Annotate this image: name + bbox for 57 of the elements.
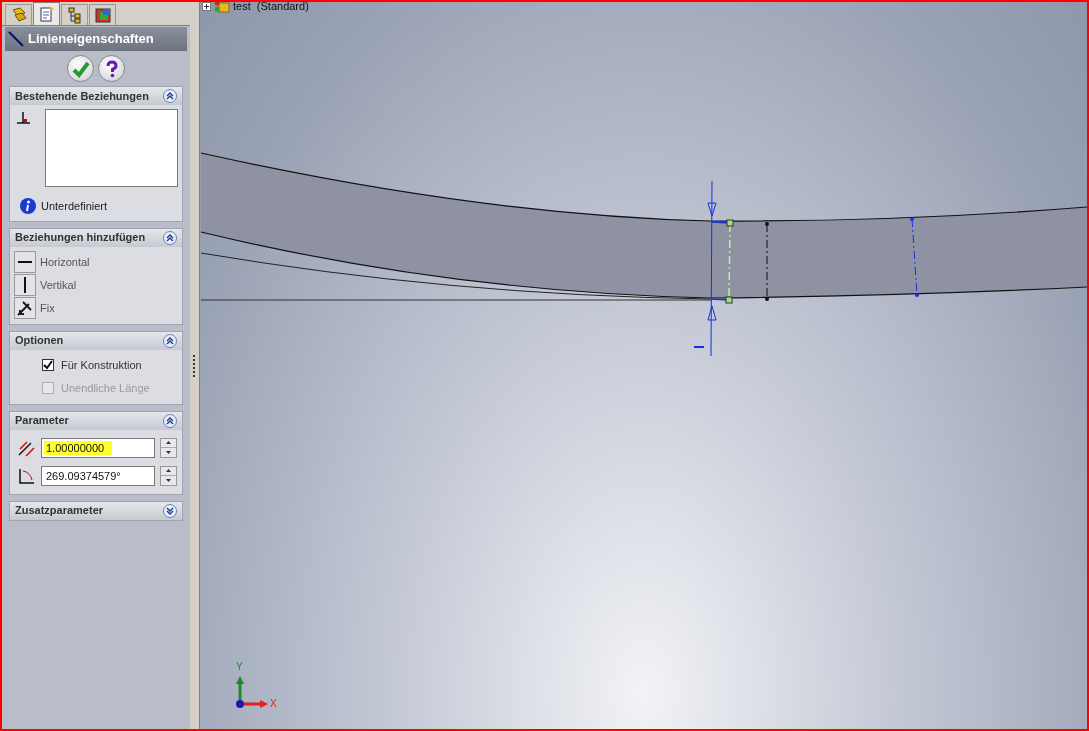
tab-icon [9, 6, 28, 24]
spin-button[interactable] [160, 465, 177, 486]
tab-icon [65, 6, 84, 24]
checkbox[interactable] [42, 359, 54, 371]
down-arrow-icon [166, 450, 171, 454]
collapse-button[interactable] [163, 230, 177, 245]
splitter-handle[interactable] [192, 354, 197, 377]
ok-button[interactable] [67, 55, 94, 82]
status-text: Unterdefiniert [41, 199, 108, 214]
horizontal-relation-button[interactable] [14, 251, 36, 273]
horizontal-line-icon [18, 261, 32, 263]
vertical-line-icon [24, 277, 26, 293]
section-title: Zusatzparameter [15, 503, 104, 519]
relation-label: Horizontal [40, 254, 90, 270]
section-title: Beziehungen hinzufügen [15, 230, 146, 246]
relations-icon [17, 111, 31, 125]
collapse-button[interactable] [163, 333, 177, 348]
relation-label: Vertikal [40, 277, 77, 293]
chevrons-up-icon [166, 233, 174, 242]
chevrons-up-icon [166, 336, 174, 345]
tab-icon [37, 5, 56, 23]
property-manager-tab[interactable] [33, 2, 60, 25]
panel-title: Linieneigenschaften [28, 30, 154, 49]
part-icon [214, 2, 230, 13]
option-label: Unendliche Länge [61, 380, 150, 396]
section-title: Optionen [15, 333, 64, 349]
axis-label: X [270, 699, 277, 709]
configuration-tab[interactable] [61, 4, 88, 25]
expand-icon[interactable] [202, 2, 211, 11]
chevrons-up-icon [166, 416, 174, 425]
expand-button[interactable] [163, 503, 177, 518]
relation-label: Fix [40, 300, 55, 316]
tab-icon [93, 6, 112, 24]
down-arrow-icon [166, 478, 171, 482]
collapse-button[interactable] [163, 413, 177, 428]
collapse-button[interactable] [163, 89, 177, 103]
up-arrow-icon [166, 441, 171, 445]
info-icon [20, 198, 36, 215]
section-title: Bestehende Beziehungen [15, 88, 149, 104]
option-label: Für Konstruktion [61, 357, 142, 373]
feature-tree-tab[interactable] [5, 4, 32, 25]
line-icon [8, 31, 24, 47]
axis-label: Y [236, 662, 243, 672]
vertical-relation-button[interactable] [14, 274, 36, 296]
checkmark-icon [71, 59, 90, 78]
value-field[interactable]: 1.00000000 [41, 437, 155, 458]
help-button[interactable] [98, 55, 125, 82]
up-arrow-icon [166, 469, 171, 473]
value-field[interactable]: 269.09374579° [41, 465, 155, 486]
section-title: Parameter [15, 413, 69, 429]
appearance-tab[interactable] [89, 4, 116, 25]
relations-list[interactable] [45, 109, 178, 187]
chevrons-up-icon [166, 92, 174, 100]
spin-button[interactable] [160, 437, 177, 458]
checkmark-icon [43, 360, 53, 370]
tree-item[interactable]: test (Standard) [233, 2, 309, 15]
chevrons-down-icon [166, 506, 174, 515]
